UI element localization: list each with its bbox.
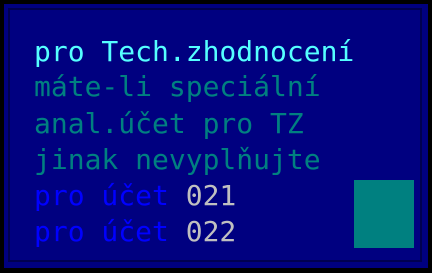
account-row-022[interactable]: pro účet 022 — [34, 216, 236, 248]
account-value: 022 — [185, 215, 237, 248]
account-row-021[interactable]: pro účet 021 — [34, 180, 236, 212]
dialog-heading: pro Tech.zhodnocení — [34, 35, 355, 68]
dos-screen: pro Tech.zhodnocení máte-li speciální an… — [0, 0, 432, 273]
hint-line-3: jinak nevyplňujte — [34, 143, 321, 176]
hint-line-2: anal.účet pro TZ — [34, 107, 304, 140]
account-label: pro účet — [34, 215, 169, 248]
hint-line-1: máte-li speciální — [34, 70, 321, 103]
dialog-panel: pro Tech.zhodnocení máte-li speciální an… — [4, 4, 428, 268]
account-label: pro účet — [34, 179, 169, 212]
account-input-box[interactable] — [354, 180, 414, 248]
account-value: 021 — [185, 179, 237, 212]
